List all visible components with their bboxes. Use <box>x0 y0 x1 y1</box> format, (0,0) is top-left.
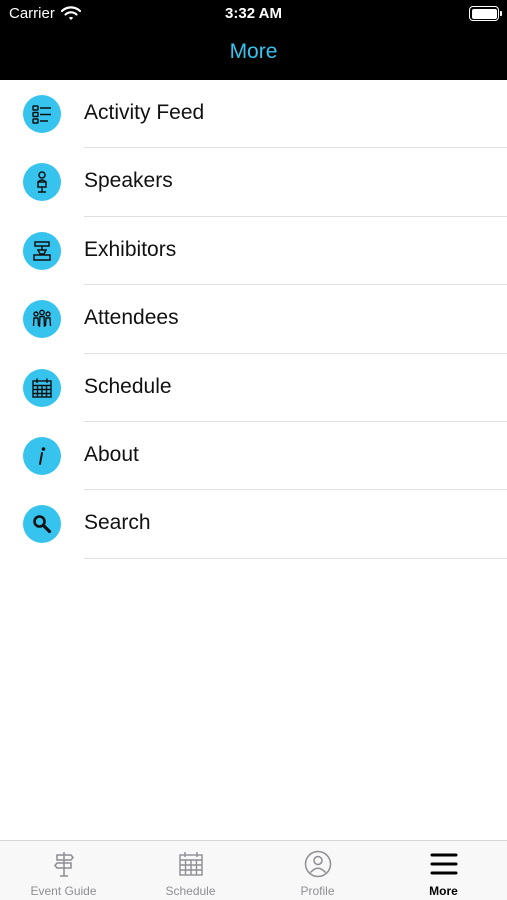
profile-icon <box>254 849 381 879</box>
status-time: 3:32 AM <box>225 5 282 22</box>
menu-item-activity-feed[interactable]: Activity Feed <box>0 80 507 149</box>
exhibitor-booth-icon <box>23 231 61 270</box>
menu-item-label: Activity Feed <box>84 101 205 124</box>
calendar-icon <box>23 368 61 407</box>
status-bar: Carrier 3:32 AM <box>0 0 507 28</box>
tab-event-guide[interactable]: Event Guide <box>0 841 127 900</box>
tab-schedule[interactable]: Schedule <box>127 841 254 900</box>
calendar-icon <box>127 849 254 879</box>
tab-more[interactable]: More <box>380 841 507 900</box>
menu-item-exhibitors[interactable]: Exhibitors <box>0 217 507 286</box>
tab-label: Event Guide <box>30 884 97 898</box>
menu-item-label: Exhibitors <box>84 237 177 261</box>
activity-feed-icon <box>23 95 61 133</box>
menu-item-label: About <box>84 442 139 466</box>
menu-item-label: Search <box>84 511 151 535</box>
page-title: More <box>229 40 278 63</box>
menu-item-about[interactable]: About <box>0 422 507 491</box>
menu-item-label: Schedule <box>84 374 172 398</box>
info-icon <box>23 436 61 475</box>
tab-label: Schedule <box>165 884 216 898</box>
menu-item-schedule[interactable]: Schedule <box>0 354 507 422</box>
more-menu-list: Activity Feed Speakers Exhibitors Attend… <box>0 80 507 559</box>
magnifier-icon <box>23 505 61 544</box>
battery-icon <box>469 6 502 21</box>
menu-item-label: Speakers <box>84 169 173 193</box>
signpost-icon <box>0 849 127 879</box>
menu-item-label: Attendees <box>84 306 179 330</box>
speaker-podium-icon <box>23 163 61 202</box>
tab-label: More <box>429 884 458 898</box>
menu-item-attendees[interactable]: Attendees <box>0 285 507 354</box>
row-divider <box>84 557 507 559</box>
attendees-group-icon <box>23 300 61 339</box>
tab-bar: Event Guide Schedule Profile More <box>0 840 507 900</box>
menu-item-search[interactable]: Search <box>0 490 507 559</box>
hamburger-menu-icon <box>380 849 507 879</box>
menu-item-speakers[interactable]: Speakers <box>0 148 507 217</box>
tab-profile[interactable]: Profile <box>254 841 381 900</box>
navigation-header: Carrier 3:32 AM More <box>0 0 507 80</box>
tab-label: Profile <box>300 884 335 898</box>
